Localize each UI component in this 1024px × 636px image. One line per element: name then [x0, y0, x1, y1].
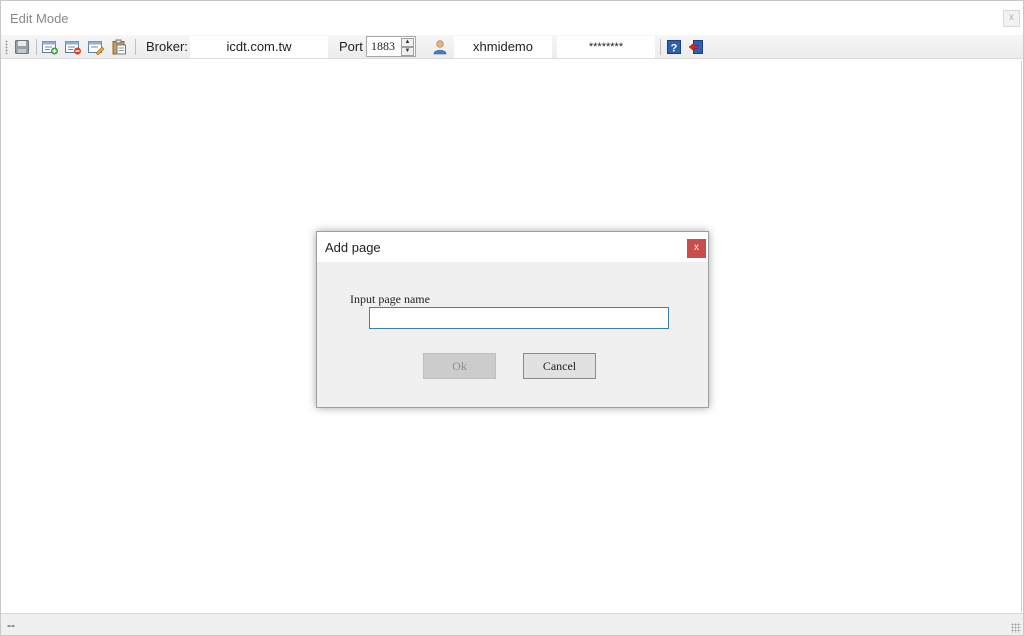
port-value: 1883 — [371, 39, 395, 53]
window-close-button[interactable]: x — [1003, 10, 1020, 27]
toolbar-separator — [660, 39, 661, 55]
toolbar-grip[interactable] — [5, 40, 8, 54]
dialog-title: Add page — [325, 240, 381, 255]
add-page-dialog: Add page x Input page name Ok Cancel — [316, 231, 709, 408]
toolbar-separator — [135, 39, 136, 55]
dialog-close-button[interactable]: x — [687, 239, 706, 258]
cancel-button[interactable]: Cancel — [523, 353, 596, 379]
paste-button[interactable] — [110, 38, 128, 56]
help-icon: ? — [667, 40, 681, 55]
exit-icon — [688, 40, 703, 54]
add-page-button[interactable] — [41, 38, 59, 56]
remove-page-icon — [65, 41, 81, 55]
svg-text:?: ? — [671, 43, 678, 55]
page-name-label: Input page name — [350, 292, 430, 306]
ok-button[interactable]: Ok — [423, 353, 496, 379]
save-button[interactable] — [13, 38, 31, 56]
port-up-button[interactable]: ▲ — [401, 38, 414, 47]
title-bar: Edit Mode x — [1, 1, 1023, 35]
help-button[interactable]: ? — [665, 38, 683, 56]
status-bar: -- — [1, 613, 1023, 635]
username-field[interactable]: xhmidemo — [454, 36, 552, 58]
user-button[interactable] — [431, 38, 449, 56]
page-name-input[interactable] — [369, 307, 669, 329]
exit-button[interactable] — [687, 38, 705, 56]
status-text: -- — [7, 618, 15, 632]
edit-mode-window: Edit Mode x Broker: icdt.com.tw Port 188… — [0, 0, 1024, 636]
window-title: Edit Mode — [10, 11, 69, 26]
toolbar-separator — [36, 39, 37, 55]
edit-page-icon — [88, 41, 105, 55]
port-label: Port — [339, 39, 363, 54]
dialog-title-bar: Add page x — [317, 232, 708, 262]
port-stepper[interactable]: 1883 ▲ ▼ — [366, 36, 416, 57]
broker-label: Broker: — [146, 39, 188, 54]
password-field[interactable]: ******** — [557, 36, 655, 58]
port-down-button[interactable]: ▼ — [401, 47, 414, 56]
add-page-icon — [42, 41, 58, 55]
user-icon — [433, 40, 447, 55]
save-icon — [15, 40, 29, 54]
toolbar: Broker: icdt.com.tw Port 1883 ▲ ▼ xhmide… — [1, 35, 1023, 59]
resize-grip[interactable] — [1011, 623, 1021, 633]
edit-page-button[interactable] — [87, 38, 105, 56]
remove-page-button[interactable] — [64, 38, 82, 56]
broker-field[interactable]: icdt.com.tw — [190, 36, 328, 58]
paste-icon — [112, 39, 126, 55]
